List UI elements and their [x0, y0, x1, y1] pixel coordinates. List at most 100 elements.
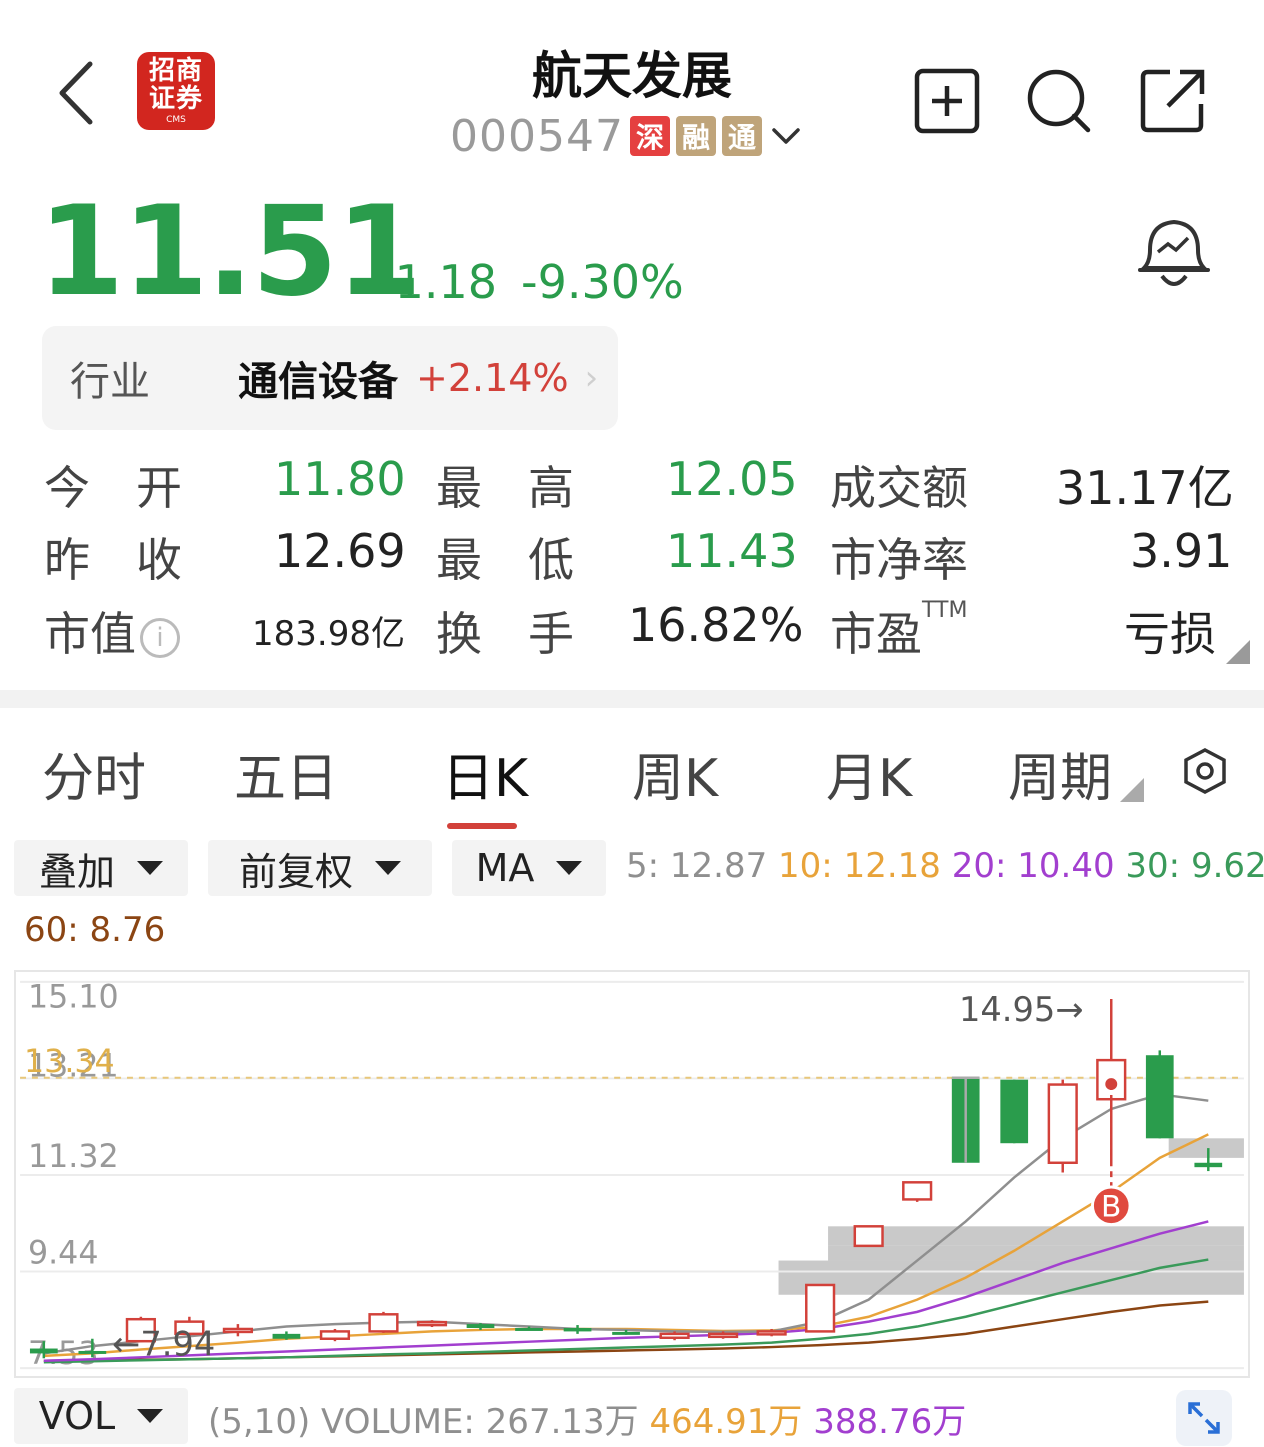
search-icon[interactable] [1026, 68, 1092, 134]
candle-body [1145, 1055, 1174, 1139]
prev-close-value: 12.69 [274, 524, 406, 578]
candle-body [29, 1348, 58, 1354]
y-tick-label: 9.44 [28, 1236, 99, 1272]
pb-value: 3.91 [1130, 524, 1233, 578]
caret-down-icon [556, 861, 583, 875]
adjust-label: 前复权 [238, 849, 353, 894]
caret-down-icon [137, 1409, 164, 1423]
market-cap-label[interactable]: 市值 i [44, 598, 180, 664]
overlay-dropdown[interactable]: 叠加 [14, 840, 188, 896]
info-icon[interactable]: i [140, 617, 180, 658]
high-label: 最 高 [436, 461, 574, 515]
volume-values: (5,10) VOLUME: 267.13万 464.91万 388.76万 [208, 1394, 966, 1443]
pe-label: 市盈TTM [830, 598, 967, 664]
candle-body [659, 1332, 690, 1340]
volume-indicator-dropdown[interactable]: VOL [14, 1388, 188, 1444]
price-change: -1.18 -9.30% [378, 255, 708, 309]
candle-body [222, 1327, 254, 1334]
industry-card[interactable]: 行业 通信设备 +2.14% › [42, 326, 618, 430]
market-cap-value: 183.98亿 [252, 614, 405, 654]
price-alert-icon[interactable] [1136, 214, 1212, 294]
high-value: 12.05 [666, 452, 798, 506]
industry-name: 通信设备 [238, 359, 398, 405]
candle-body [1000, 1079, 1029, 1144]
turnover-amount-label: 成交额 [830, 461, 968, 515]
candle-body [515, 1327, 543, 1331]
settings-icon[interactable] [1180, 746, 1230, 796]
candle-body [78, 1350, 107, 1354]
vol-label: VOL [38, 1394, 116, 1438]
candle-body [707, 1332, 739, 1339]
tab-intraday[interactable]: 分时 [42, 736, 146, 811]
market-badge-shen: 深 [629, 116, 670, 156]
reference-price-label: 13.34 [24, 1044, 115, 1080]
open-value: 11.80 [274, 452, 406, 506]
candle-body [416, 1320, 448, 1327]
ma10-value: 10: 12.18 [778, 846, 941, 886]
tab-period[interactable]: 周期 [1008, 736, 1112, 811]
candle-body [1047, 1083, 1078, 1165]
turnover-amount-value: 31.17亿 [1056, 461, 1234, 515]
max-price-label: 14.95→ [959, 990, 1084, 1029]
ma30-value: 30: 9.62 [1125, 846, 1264, 886]
y-tick-label: 15.10 [28, 980, 119, 1016]
buy-marker-text: B [1101, 1190, 1121, 1225]
candle-body [902, 1181, 933, 1201]
volume-ma10: 388.76万 [813, 1402, 967, 1442]
candle-body [368, 1313, 399, 1333]
overlay-label: 叠加 [38, 849, 115, 894]
chip-distribution-band [828, 1245, 1244, 1261]
period-dropdown-corner-icon [1120, 778, 1144, 802]
tab-five-day[interactable]: 五日 [234, 736, 338, 811]
open-label: 今 开 [44, 461, 182, 515]
section-divider [0, 690, 1264, 708]
buy-marker-dot [1105, 1078, 1118, 1091]
pe-label-text: 市盈 [830, 607, 922, 661]
ma20-value: 20: 10.40 [951, 846, 1115, 886]
volume-params: (5,10) VOLUME: 267.13万 [208, 1402, 639, 1442]
pe-ttm-superscript: TTM [922, 598, 968, 623]
min-price-label: ←7.94 [112, 1325, 215, 1364]
pe-value: 亏损 [1124, 607, 1216, 661]
fullscreen-icon[interactable] [1176, 1390, 1232, 1446]
ma5-value: 5: 12.87 [626, 846, 768, 886]
turnover-rate-label: 换 手 [436, 607, 574, 661]
candlestick-chart[interactable]: 15.1013.2111.329.447.5313.3414.95→←7.94B [14, 970, 1250, 1378]
market-cap-label-text: 市值 [44, 607, 136, 661]
change-percent: -9.30% [521, 255, 684, 309]
tab-weekly-k[interactable]: 周K [632, 736, 718, 811]
tab-daily-k[interactable]: 日K [442, 736, 528, 811]
ma5-line [43, 1093, 1209, 1355]
prev-close-label: 昨 收 [44, 533, 182, 587]
stock-code: 000547 [450, 110, 624, 162]
industry-change: +2.14% [416, 356, 569, 400]
chevron-down-icon[interactable] [768, 118, 804, 154]
candle-body [466, 1324, 495, 1328]
ma60-value: 60: 8.76 [24, 910, 166, 950]
indicator-dropdown[interactable]: MA [452, 840, 606, 896]
industry-label: 行业 [70, 359, 150, 405]
low-value: 11.43 [666, 524, 798, 578]
candle-body [272, 1333, 301, 1339]
tab-monthly-k[interactable]: 月K [826, 736, 912, 811]
add-watchlist-icon[interactable] [914, 68, 980, 134]
change-value: -1.18 [378, 255, 498, 309]
candle-body [853, 1225, 884, 1248]
ma-values: 5: 12.87 10: 12.18 20: 10.40 30: 9.62 [626, 846, 1264, 886]
share-icon[interactable] [1140, 68, 1206, 134]
current-price: 11.51 [38, 180, 422, 324]
stock-code-row[interactable]: 000547 深 融 通 [450, 110, 804, 162]
candle-body [805, 1283, 836, 1333]
y-tick-label: 11.32 [28, 1139, 119, 1175]
connect-badge: 通 [721, 116, 762, 156]
low-label: 最 低 [436, 533, 574, 587]
candle-body [319, 1330, 351, 1340]
turnover-rate-value: 16.82% [628, 598, 804, 652]
expand-stats-corner-icon[interactable] [1226, 640, 1250, 664]
chevron-right-icon: › [584, 358, 599, 398]
candle-body [563, 1327, 592, 1332]
candle-body [756, 1330, 787, 1336]
pb-label: 市净率 [830, 533, 968, 587]
adjust-dropdown[interactable]: 前复权 [208, 840, 432, 896]
candle-body [612, 1331, 640, 1335]
